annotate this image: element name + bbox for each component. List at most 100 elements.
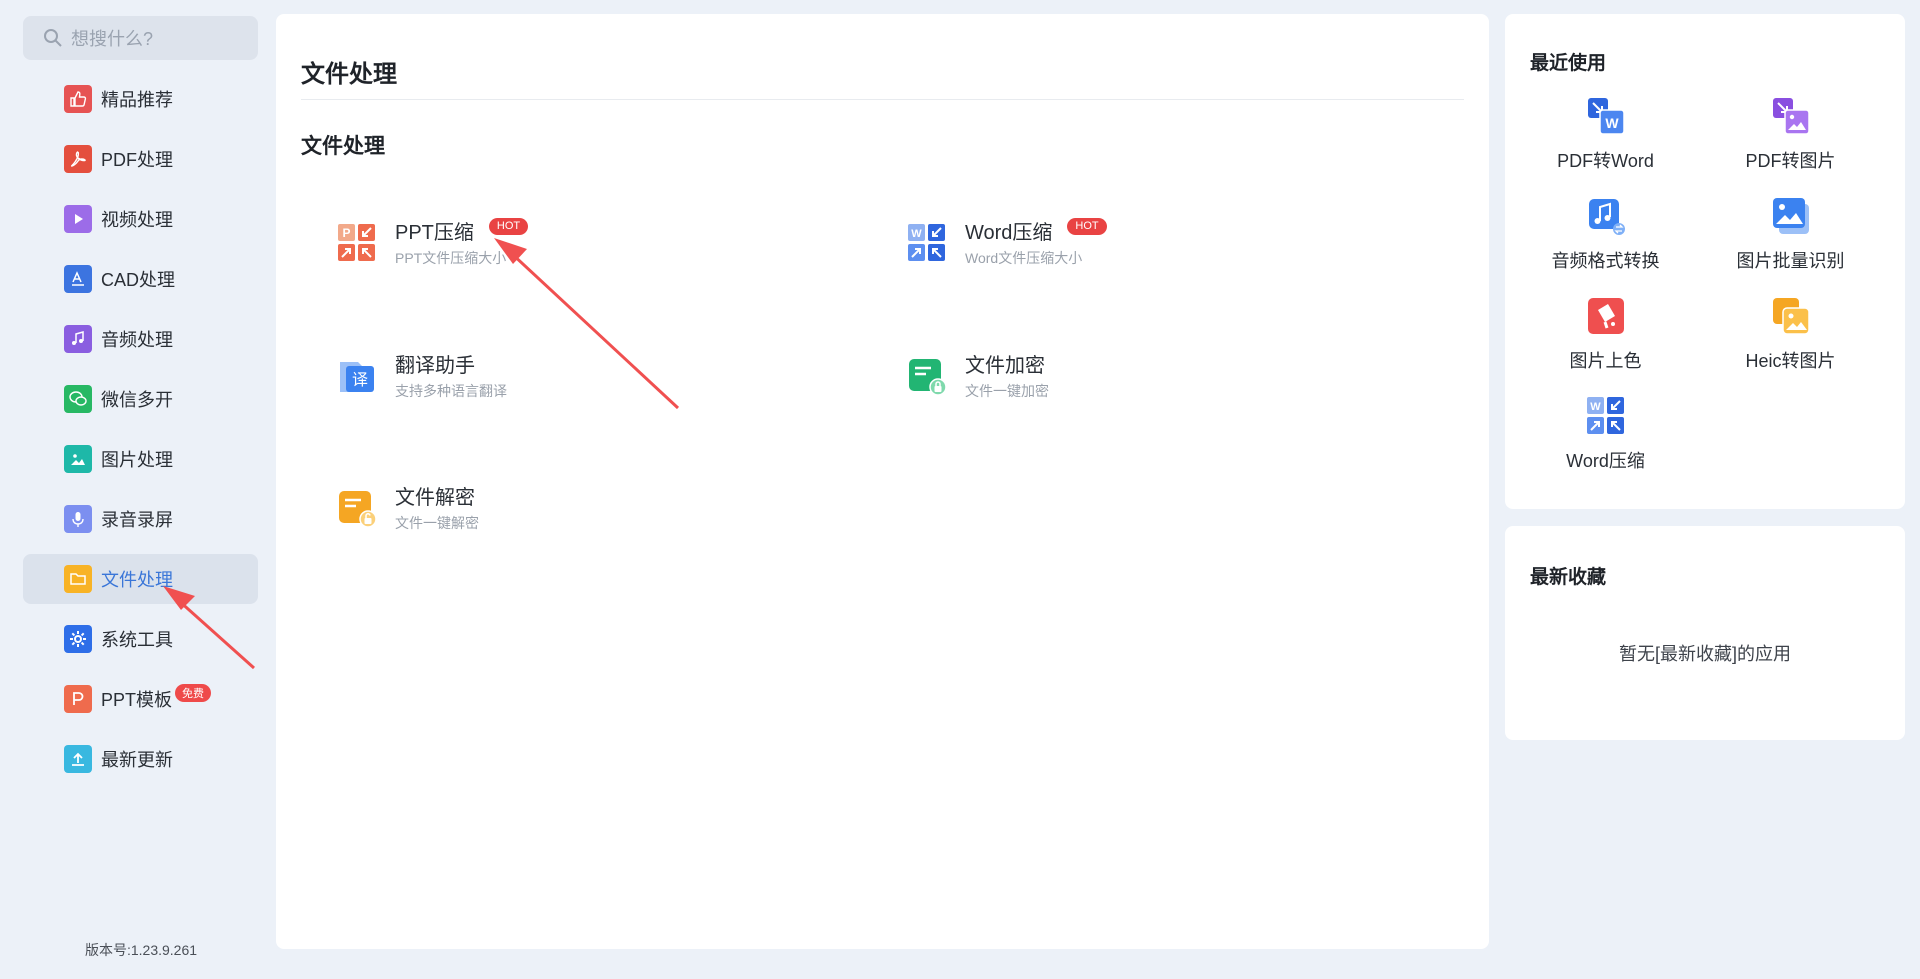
search-box[interactable]: 想搜什么? [23, 16, 258, 60]
sidebar-item-label: 最新更新 [101, 750, 173, 770]
tool-ppt-compress[interactable]: P PPT压缩 HOT PPT文件压缩大小 [337, 217, 529, 268]
hot-badge: HOT [488, 217, 529, 235]
tool-file-encrypt[interactable]: 文件加密 文件一键加密 [907, 353, 1049, 401]
tool-name: PPT压缩 [395, 222, 474, 244]
recent-app-heic-to-image[interactable]: Heic转图片 [1698, 296, 1883, 373]
sidebar-item-recommend[interactable]: 精品推荐 [23, 74, 258, 124]
sidebar-item-label: 文件处理 [101, 570, 173, 590]
file-decrypt-icon [339, 491, 377, 528]
divider [301, 99, 1464, 100]
sidebar-item-pdf[interactable]: PDF处理 [23, 134, 258, 184]
wechat-icon [64, 385, 92, 413]
tool-desc: 文件一键加密 [965, 383, 1049, 399]
app-label: Word压缩 [1566, 451, 1645, 471]
sidebar-item-label: 音频处理 [101, 330, 173, 350]
sidebar-item-label: 视频处理 [101, 210, 173, 230]
file-encrypt-icon [909, 359, 947, 396]
favorites-panel: 最新收藏 暂无[最新收藏]的应用 [1505, 526, 1905, 740]
tool-desc: 文件一键解密 [395, 515, 479, 531]
sidebar-item-label: PDF处理 [101, 150, 173, 170]
tool-desc: 支持多种语言翻译 [395, 383, 507, 399]
recent-app-pdf-to-word[interactable]: W PDF转Word [1513, 96, 1698, 173]
audio-convert-icon [1588, 199, 1625, 235]
ppt-compress-icon: P [338, 224, 375, 261]
image-icon [64, 445, 92, 473]
sidebar-item-label: 录音录屏 [101, 510, 173, 530]
app-label: 图片批量识别 [1736, 251, 1845, 271]
recent-title: 最近使用 [1530, 53, 1607, 74]
sidebar-item-label: 微信多开 [101, 390, 173, 410]
sidebar-item-ppt-template[interactable]: PPT模板 免费 [23, 674, 258, 724]
folder-icon [64, 565, 92, 593]
recent-app-image-colorize[interactable]: 图片上色 [1513, 296, 1698, 373]
sidebar-item-file[interactable]: 文件处理 [23, 554, 258, 604]
recent-app-audio-convert[interactable]: 音频格式转换 [1513, 196, 1698, 273]
version-label: 版本号:1.23.9.261 [84, 942, 198, 958]
recent-app-word-compress[interactable]: W Word压缩 [1513, 396, 1698, 473]
play-icon [64, 205, 92, 233]
sidebar-item-wechat[interactable]: 微信多开 [23, 374, 258, 424]
sidebar-item-label: 精品推荐 [101, 90, 173, 110]
ppt-icon [64, 685, 92, 713]
gear-icon [64, 625, 92, 653]
sidebar-nav: 精品推荐 PDF处理 视频处理 CAD处理 音频处理 微信多开 图片处理 录音录… [23, 74, 258, 794]
search-icon [44, 29, 62, 47]
pdf-to-image-icon [1772, 98, 1810, 135]
free-badge: 免费 [175, 684, 211, 702]
favorites-title: 最新收藏 [1530, 567, 1607, 588]
search-input[interactable]: 想搜什么? [71, 25, 153, 51]
pdf-icon [64, 145, 92, 173]
sidebar-item-video[interactable]: 视频处理 [23, 194, 258, 244]
app-label: PDF转Word [1557, 151, 1654, 171]
recent-app-image-recognize[interactable]: 图片批量识别 [1698, 196, 1883, 273]
svg-text:P: P [342, 226, 350, 240]
recent-app-pdf-to-image[interactable]: PDF转图片 [1698, 96, 1883, 173]
translate-icon: 译 [340, 362, 374, 392]
tool-name: 文件解密 [395, 487, 475, 509]
tool-word-compress[interactable]: W Word压缩 HOT Word文件压缩大小 [907, 217, 1107, 268]
sidebar-item-cad[interactable]: CAD处理 [23, 254, 258, 304]
upload-icon [64, 745, 92, 773]
sidebar-item-system[interactable]: 系统工具 [23, 614, 258, 664]
pdf-to-word-icon: W [1587, 98, 1625, 135]
svg-text:W: W [1590, 401, 1601, 413]
svg-text:W: W [911, 228, 922, 240]
tool-desc: PPT文件压缩大小 [395, 250, 507, 266]
sidebar: 想搜什么? 精品推荐 PDF处理 视频处理 CAD处理 音频处理 微信多开 图片… [0, 0, 272, 979]
tool-name: Word压缩 [965, 222, 1053, 244]
heic-to-image-icon [1772, 298, 1810, 335]
svg-text:W: W [1605, 115, 1619, 131]
image-colorize-icon [1587, 298, 1624, 334]
music-icon [64, 325, 92, 353]
page-title: 文件处理 [301, 61, 397, 88]
image-recognize-icon [1772, 198, 1809, 234]
tool-name: 翻译助手 [395, 355, 475, 377]
sidebar-item-image[interactable]: 图片处理 [23, 434, 258, 484]
word-compress-icon: W [1586, 397, 1624, 434]
favorites-empty-text: 暂无[最新收藏]的应用 [1618, 644, 1791, 664]
tool-desc: Word文件压缩大小 [965, 250, 1083, 266]
app-label: 音频格式转换 [1551, 251, 1660, 271]
sidebar-item-label: PPT模板 [101, 690, 173, 710]
hot-badge: HOT [1067, 217, 1107, 235]
app-label: Heic转图片 [1745, 351, 1836, 371]
sidebar-item-updates[interactable]: 最新更新 [23, 734, 258, 784]
main-panel: 文件处理 文件处理 P PPT压缩 HOT PPT文件压缩大小 W Word压缩 H… [276, 14, 1489, 949]
recent-panel: 最近使用 W PDF转Word PDF转图片 音频格式转换 图片批量识别 图片上… [1505, 14, 1905, 509]
sidebar-item-label: 图片处理 [101, 450, 173, 470]
cad-icon [64, 265, 92, 293]
tool-file-decrypt[interactable]: 文件解密 文件一键解密 [337, 485, 479, 533]
sidebar-item-audio[interactable]: 音频处理 [23, 314, 258, 364]
mic-icon [64, 505, 92, 533]
thumb-up-icon [64, 85, 92, 113]
app-label: 图片上色 [1569, 351, 1642, 371]
app-label: PDF转图片 [1745, 151, 1836, 171]
sidebar-item-label: 系统工具 [101, 630, 173, 650]
tool-translate[interactable]: 译 翻译助手 支持多种语言翻译 [337, 353, 507, 401]
sidebar-item-record[interactable]: 录音录屏 [23, 494, 258, 544]
svg-text:译: 译 [352, 370, 368, 389]
section-title: 文件处理 [301, 135, 385, 158]
tool-name: 文件加密 [965, 355, 1045, 377]
sidebar-item-label: CAD处理 [101, 270, 176, 290]
word-compress-icon: W [908, 224, 945, 261]
